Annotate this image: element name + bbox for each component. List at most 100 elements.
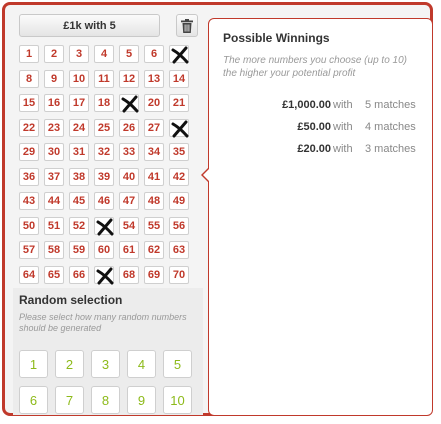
number-cell-9[interactable]: 9 bbox=[44, 69, 64, 88]
number-cell-40[interactable]: 40 bbox=[119, 167, 139, 186]
number-cell-22[interactable]: 22 bbox=[19, 118, 39, 137]
number-label: 11 bbox=[98, 72, 110, 85]
random-count-button-2[interactable]: 2 bbox=[55, 350, 84, 378]
random-count-button-6[interactable]: 6 bbox=[19, 386, 48, 414]
number-cell-43[interactable]: 43 bbox=[19, 192, 39, 210]
number-cell-41[interactable]: 41 bbox=[144, 167, 164, 186]
number-cell-27[interactable]: 27 bbox=[144, 118, 164, 137]
number-cell-26[interactable]: 26 bbox=[119, 118, 139, 137]
number-cell-1[interactable]: 1 bbox=[19, 45, 39, 63]
number-cell-58[interactable]: 58 bbox=[44, 241, 64, 259]
number-cell-65[interactable]: 65 bbox=[44, 265, 64, 284]
number-cell-2[interactable]: 2 bbox=[44, 45, 64, 63]
number-cell-18[interactable]: 18 bbox=[94, 94, 114, 112]
number-cell-42[interactable]: 42 bbox=[169, 167, 189, 186]
number-cell-21[interactable]: 21 bbox=[169, 94, 189, 112]
ticket-type-button[interactable]: £1k with 5 bbox=[19, 14, 160, 37]
number-cell-32[interactable]: 32 bbox=[94, 143, 114, 161]
number-cell-33[interactable]: 33 bbox=[119, 143, 139, 161]
number-cell-51[interactable]: 51 bbox=[44, 216, 64, 235]
number-cell-6[interactable]: 6 bbox=[144, 45, 164, 63]
number-cell-47[interactable]: 47 bbox=[119, 192, 139, 210]
number-cell-56[interactable]: 56 bbox=[169, 216, 189, 235]
cross-mark-icon bbox=[96, 218, 114, 235]
number-label: 45 bbox=[72, 195, 86, 207]
random-count-button-4[interactable]: 4 bbox=[127, 350, 156, 378]
number-cell-55[interactable]: 55 bbox=[144, 216, 164, 235]
clear-selection-button[interactable] bbox=[176, 14, 198, 37]
random-count-button-5[interactable]: 5 bbox=[163, 350, 192, 378]
number-cell-54[interactable]: 54 bbox=[119, 216, 139, 235]
winnings-amount: £50.00 bbox=[297, 121, 331, 133]
random-count-button-9[interactable]: 9 bbox=[127, 386, 156, 414]
number-cell-23[interactable]: 23 bbox=[44, 118, 64, 137]
number-cell-20[interactable]: 20 bbox=[144, 94, 164, 112]
number-label: 47 bbox=[122, 195, 136, 207]
random-count-button-8[interactable]: 8 bbox=[91, 386, 120, 414]
number-label: 41 bbox=[147, 170, 161, 183]
number-cell-5[interactable]: 5 bbox=[119, 45, 139, 63]
number-cell-52[interactable]: 52 bbox=[69, 216, 89, 235]
number-label: 14 bbox=[172, 72, 186, 85]
number-label: 12 bbox=[122, 72, 136, 85]
number-cell-38[interactable]: 38 bbox=[69, 167, 89, 186]
number-cell-8[interactable]: 8 bbox=[19, 69, 39, 88]
number-cell-30[interactable]: 30 bbox=[44, 143, 64, 161]
number-cell-67-selected[interactable]: 67 bbox=[94, 265, 114, 284]
number-cell-34[interactable]: 34 bbox=[144, 143, 164, 161]
number-cell-11[interactable]: 11 bbox=[94, 69, 114, 88]
random-count-button-1[interactable]: 1 bbox=[19, 350, 48, 378]
number-cell-50[interactable]: 50 bbox=[19, 216, 39, 235]
number-cell-68[interactable]: 68 bbox=[119, 265, 139, 284]
number-cell-31[interactable]: 31 bbox=[69, 143, 89, 161]
number-cell-59[interactable]: 59 bbox=[69, 241, 89, 259]
number-cell-66[interactable]: 66 bbox=[69, 265, 89, 284]
number-cell-53-selected[interactable]: 53 bbox=[94, 216, 114, 235]
number-label: 56 bbox=[172, 219, 186, 232]
number-cell-70[interactable]: 70 bbox=[169, 265, 189, 284]
number-cell-62[interactable]: 62 bbox=[144, 241, 164, 259]
number-cell-48[interactable]: 48 bbox=[144, 192, 164, 210]
number-label: 64 bbox=[22, 268, 36, 281]
number-cell-10[interactable]: 10 bbox=[69, 69, 89, 88]
number-label: 20 bbox=[147, 97, 161, 109]
number-cell-14[interactable]: 14 bbox=[169, 69, 189, 88]
number-label: 42 bbox=[172, 170, 186, 183]
number-cell-46[interactable]: 46 bbox=[94, 192, 114, 210]
number-cell-12[interactable]: 12 bbox=[119, 69, 139, 88]
number-label: 30 bbox=[47, 146, 61, 158]
number-cell-57[interactable]: 57 bbox=[19, 241, 39, 259]
number-cell-15[interactable]: 15 bbox=[19, 94, 39, 112]
winnings-with-label: with bbox=[333, 143, 353, 155]
number-cell-61[interactable]: 61 bbox=[119, 241, 139, 259]
number-cell-13[interactable]: 13 bbox=[144, 69, 164, 88]
number-cell-44[interactable]: 44 bbox=[44, 192, 64, 210]
random-selection-hint: Please select how many random numbers sh… bbox=[19, 312, 187, 333]
number-cell-60[interactable]: 60 bbox=[94, 241, 114, 259]
number-cell-3[interactable]: 3 bbox=[69, 45, 89, 63]
number-cell-4[interactable]: 4 bbox=[94, 45, 114, 63]
number-cell-17[interactable]: 17 bbox=[69, 94, 89, 112]
number-cell-7-selected[interactable]: 7 bbox=[169, 45, 189, 64]
number-cell-19-selected[interactable]: 19 bbox=[119, 94, 139, 113]
cross-mark-icon bbox=[171, 120, 189, 137]
random-count-button-10[interactable]: 10 bbox=[163, 386, 192, 414]
number-cell-64[interactable]: 64 bbox=[19, 265, 39, 284]
number-cell-49[interactable]: 49 bbox=[169, 192, 189, 210]
random-count-button-3[interactable]: 3 bbox=[91, 350, 120, 378]
number-cell-29[interactable]: 29 bbox=[19, 143, 39, 161]
random-count-button-7[interactable]: 7 bbox=[55, 386, 84, 414]
number-cell-24[interactable]: 24 bbox=[69, 118, 89, 137]
number-cell-63[interactable]: 63 bbox=[169, 241, 189, 259]
number-cell-16[interactable]: 16 bbox=[44, 94, 64, 112]
number-cell-45[interactable]: 45 bbox=[69, 192, 89, 210]
number-cell-36[interactable]: 36 bbox=[19, 167, 39, 186]
number-cell-69[interactable]: 69 bbox=[144, 265, 164, 284]
winnings-with-label: with bbox=[333, 99, 353, 111]
number-cell-25[interactable]: 25 bbox=[94, 118, 114, 137]
number-cell-39[interactable]: 39 bbox=[94, 167, 114, 186]
number-cell-28-selected[interactable]: 28 bbox=[169, 118, 189, 137]
number-cell-35[interactable]: 35 bbox=[169, 143, 189, 161]
number-label: 49 bbox=[172, 195, 186, 207]
number-cell-37[interactable]: 37 bbox=[44, 167, 64, 186]
